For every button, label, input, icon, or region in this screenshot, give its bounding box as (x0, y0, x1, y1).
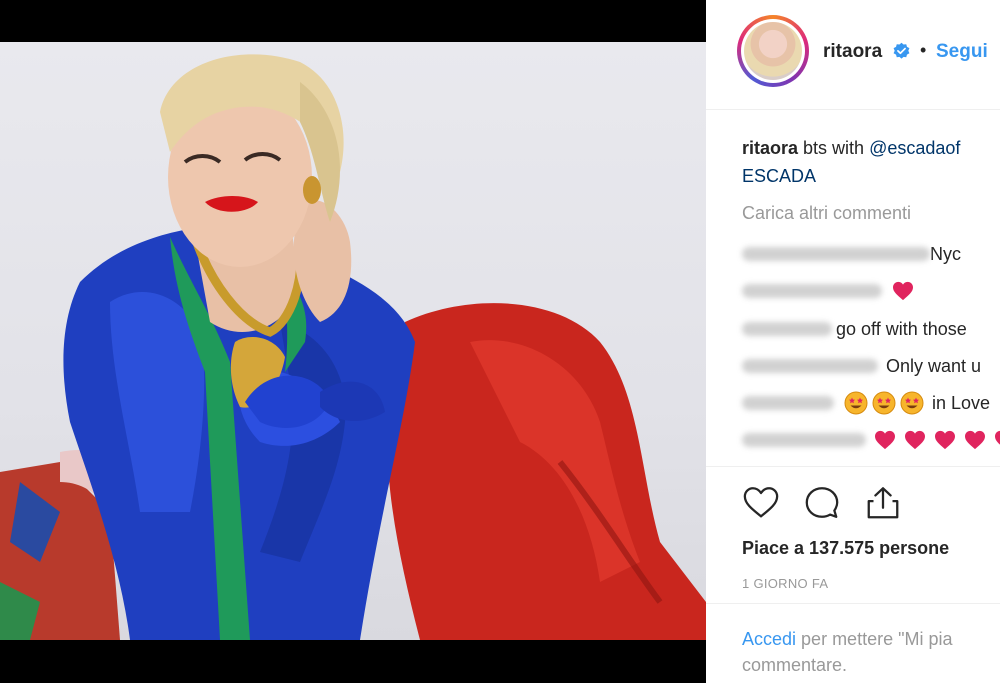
avatar[interactable] (741, 19, 805, 83)
post-timestamp[interactable]: 1 GIORNO FA (742, 576, 828, 591)
comment-item: Nyc (742, 241, 961, 267)
post-media-frame (0, 0, 706, 683)
comment-item (742, 278, 922, 304)
comment-username-redacted[interactable] (742, 284, 882, 298)
story-ring[interactable] (737, 15, 809, 87)
heart-emoji-icon (875, 430, 895, 450)
username-link[interactable]: ritaora (823, 41, 882, 63)
heart-emoji-icon (893, 281, 913, 301)
load-more-comments-button[interactable]: Carica altri commenti (742, 203, 911, 224)
caption-username[interactable]: ritaora (742, 138, 798, 158)
post-photo[interactable] (0, 42, 706, 640)
comment-username-redacted[interactable] (742, 359, 878, 373)
login-divider (706, 603, 1000, 604)
verified-badge-icon (893, 42, 910, 59)
comment-username-redacted[interactable] (742, 247, 930, 261)
star-eyes-emoji-icon (844, 391, 868, 415)
caption-line2-link[interactable]: ESCADA (742, 166, 816, 186)
post-header: ritaora • Segui (706, 0, 1000, 110)
heart-emoji-icon (965, 430, 985, 450)
comment-item: in Love (742, 390, 990, 416)
comment-username-redacted[interactable] (742, 322, 832, 336)
post-sidebar: ritaora • Segui ritaora bts with @escada… (706, 0, 1000, 683)
follow-button[interactable]: Segui (936, 41, 988, 63)
comment-item (742, 427, 1000, 453)
caption-text: bts with (803, 138, 865, 158)
heart-outline-icon[interactable] (742, 484, 780, 522)
post-caption: ritaora bts with @escadaof ESCADA (742, 134, 960, 190)
comment-text: Only want u (886, 355, 982, 376)
comment-text: Nyc (930, 243, 961, 264)
share-upload-icon[interactable] (864, 484, 902, 522)
comment-item: go off with those (742, 316, 967, 342)
actions-divider (706, 466, 1000, 467)
comment-text: go off with those (836, 318, 967, 339)
header-separator: • (920, 40, 927, 60)
post-photo-illustration (0, 54, 706, 640)
login-prompt-line2: commentare. (742, 655, 848, 675)
comment-text: in Love (932, 392, 991, 413)
comment-username-redacted[interactable] (742, 433, 866, 447)
comment-bubble-icon[interactable] (803, 484, 841, 522)
star-eyes-emoji-icon (872, 391, 896, 415)
star-eyes-emoji-icon (900, 391, 924, 415)
heart-emoji-icon (995, 430, 1000, 445)
login-prompt: Accedi per mettere "Mi pia commentare. (742, 626, 1000, 678)
caption-mention-link[interactable]: @escadaof (869, 138, 960, 158)
login-link[interactable]: Accedi (742, 629, 796, 649)
avatar-image (744, 22, 802, 80)
comment-item: Only want u (742, 353, 981, 379)
heart-emoji-icon (905, 430, 925, 450)
heart-emoji-icon (935, 430, 955, 450)
comment-username-redacted[interactable] (742, 396, 834, 410)
login-prompt-text: per mettere "Mi pia (801, 629, 953, 649)
likes-count[interactable]: Piace a 137.575 persone (742, 538, 949, 559)
